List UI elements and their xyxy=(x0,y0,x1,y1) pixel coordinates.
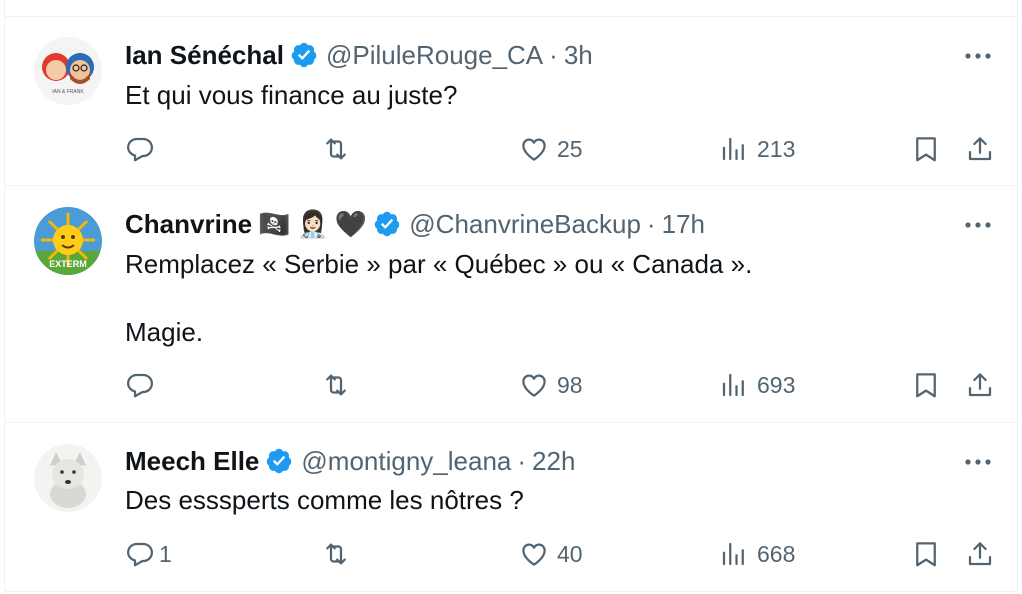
timeline: IAN & FRANK Ian Sénéchal @PiluleRouge_CA… xyxy=(0,0,1022,594)
tweet-header: Ian Sénéchal @PiluleRouge_CA · 3h xyxy=(125,40,593,70)
tweet-actions: 25 213 xyxy=(125,132,992,166)
author-name[interactable]: Ian Sénéchal xyxy=(125,40,284,71)
view-count: 668 xyxy=(757,540,796,567)
heart-icon xyxy=(522,543,546,566)
tweet[interactable]: IAN & FRANK Ian Sénéchal @PiluleRouge_CA… xyxy=(4,17,1018,186)
reply-button[interactable] xyxy=(125,368,163,402)
views-icon xyxy=(722,542,744,566)
reply-count: 1 xyxy=(159,540,172,567)
retweet-icon xyxy=(326,138,346,160)
separator-dot: · xyxy=(646,208,656,239)
verified-badge-icon xyxy=(291,42,317,68)
share-icon xyxy=(968,542,992,566)
tweet[interactable]: EXTERM Chanvrine 🏴‍☠️ 👩🏻‍⚕️ 🖤 @Chanvrine… xyxy=(4,186,1018,423)
share-icon xyxy=(968,373,992,397)
more-options-button[interactable] xyxy=(960,447,996,477)
views-icon xyxy=(722,373,744,397)
retweet-button[interactable] xyxy=(321,537,351,571)
views-button[interactable]: 213 xyxy=(719,132,795,166)
author-handle[interactable]: @ChanvrineBackup xyxy=(409,209,641,240)
more-dots-icon xyxy=(965,459,991,465)
more-options-button[interactable] xyxy=(960,41,996,71)
more-dots-icon xyxy=(965,53,991,59)
views-button[interactable]: 668 xyxy=(719,537,795,571)
timestamp[interactable]: 22h xyxy=(532,446,575,477)
author-name[interactable]: Chanvrine xyxy=(125,209,252,240)
avatar-caption: IAN & FRANK xyxy=(52,89,84,95)
tweet-actions: 98 693 xyxy=(125,368,992,402)
tweet[interactable]: Meech Elle @montigny_leana · 22h Des ess… xyxy=(4,423,1018,592)
tweet-actions: 1 40 668 xyxy=(125,537,992,571)
bookmark-icon xyxy=(916,542,936,567)
health-worker-emoji: 👩🏻‍⚕️ xyxy=(296,208,329,239)
bookmark-icon xyxy=(916,137,936,162)
tweet-text: Des esssperts comme les nôtres ? xyxy=(125,485,524,515)
author-name[interactable]: Meech Elle xyxy=(125,446,259,477)
author-handle[interactable]: @montigny_leana xyxy=(301,446,511,477)
verified-badge-icon xyxy=(267,448,292,474)
avatar[interactable] xyxy=(34,444,102,512)
more-options-button[interactable] xyxy=(960,210,996,240)
avatar[interactable]: IAN & FRANK xyxy=(34,37,102,105)
reply-button[interactable]: 1 xyxy=(125,537,172,571)
heart-icon xyxy=(522,374,546,397)
timestamp[interactable]: 3h xyxy=(564,40,593,71)
tweet-text: Remplacez « Serbie » par « Québec » ou «… xyxy=(125,249,753,347)
pirate-flag-emoji: 🏴‍☠️ xyxy=(258,208,291,239)
timestamp[interactable]: 17h xyxy=(662,209,705,240)
view-count: 213 xyxy=(757,135,796,162)
bookmark-button[interactable] xyxy=(911,132,941,166)
avatar[interactable]: EXTERM xyxy=(34,207,102,275)
separator-dot: · xyxy=(549,39,558,70)
like-count: 25 xyxy=(557,135,583,162)
bookmark-button[interactable] xyxy=(911,537,941,571)
view-count: 693 xyxy=(757,371,796,398)
tweet-text: Et qui vous finance au juste? xyxy=(125,80,458,110)
share-button[interactable] xyxy=(965,132,995,166)
tweet-header: Meech Elle @montigny_leana · 22h xyxy=(125,446,575,476)
retweet-button[interactable] xyxy=(321,132,351,166)
share-button[interactable] xyxy=(965,537,995,571)
reply-icon xyxy=(127,542,153,567)
avatar-illustration xyxy=(34,444,102,512)
reply-icon xyxy=(127,373,153,398)
retweet-icon xyxy=(326,543,346,565)
share-button[interactable] xyxy=(965,368,995,402)
like-button[interactable]: 98 xyxy=(519,368,583,402)
reply-icon xyxy=(127,137,153,162)
verified-badge-icon xyxy=(375,211,400,237)
avatar-caption: EXTERM xyxy=(49,259,87,269)
like-button[interactable]: 25 xyxy=(519,132,583,166)
share-icon xyxy=(968,137,992,161)
like-count: 40 xyxy=(557,540,583,567)
separator-dot: · xyxy=(517,445,527,476)
black-heart-emoji: 🖤 xyxy=(334,208,368,239)
views-icon xyxy=(722,137,744,161)
author-handle[interactable]: @PiluleRouge_CA xyxy=(326,40,543,71)
like-button[interactable]: 40 xyxy=(519,537,583,571)
more-dots-icon xyxy=(965,222,991,228)
heart-icon xyxy=(522,138,546,161)
tweet-header: Chanvrine 🏴‍☠️ 👩🏻‍⚕️ 🖤 @ChanvrineBackup … xyxy=(125,209,705,239)
bookmark-button[interactable] xyxy=(911,368,941,402)
reply-button[interactable] xyxy=(125,132,163,166)
bookmark-icon xyxy=(916,373,936,398)
views-button[interactable]: 693 xyxy=(719,368,795,402)
retweet-button[interactable] xyxy=(321,368,351,402)
retweet-icon xyxy=(326,374,346,396)
like-count: 98 xyxy=(557,371,583,398)
